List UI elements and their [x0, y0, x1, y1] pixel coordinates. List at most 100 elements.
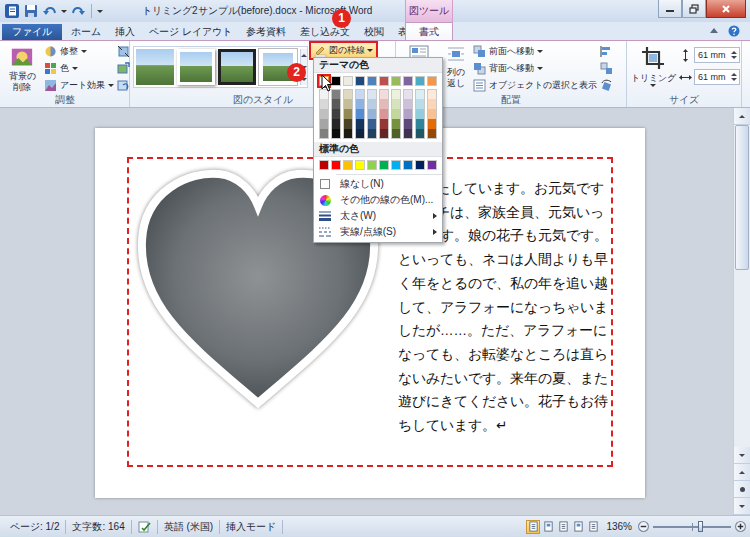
browse-object-button[interactable]	[734, 481, 750, 498]
help-icon[interactable]	[728, 25, 740, 37]
color-swatch[interactable]	[319, 99, 329, 109]
color-swatch[interactable]	[391, 119, 401, 129]
language[interactable]: 英語 (米国)	[158, 520, 220, 534]
adjust-button[interactable]: 色	[44, 61, 114, 77]
color-swatch[interactable]	[403, 129, 413, 139]
color-swatch[interactable]	[331, 160, 341, 170]
style-thumbnail[interactable]	[136, 49, 174, 85]
menu-item[interactable]: その他の線の色(M)...	[314, 192, 442, 208]
color-swatch[interactable]	[343, 129, 353, 139]
color-swatch[interactable]	[355, 89, 365, 99]
ribbon-tab[interactable]: ページ レイアウト	[142, 24, 239, 40]
minimize-ribbon-icon[interactable]	[708, 25, 720, 37]
menu-item[interactable]: 実線/点線(S)	[314, 224, 442, 240]
proofing-status[interactable]	[132, 520, 158, 534]
color-swatch[interactable]	[367, 109, 377, 119]
color-swatch[interactable]	[331, 99, 341, 109]
view-button[interactable]	[586, 520, 600, 534]
color-swatch[interactable]	[367, 129, 377, 139]
color-swatch[interactable]	[415, 129, 425, 139]
group-icon[interactable]	[600, 62, 613, 75]
color-swatch[interactable]	[319, 160, 329, 170]
color-swatch[interactable]	[403, 99, 413, 109]
scroll-thumb[interactable]	[735, 125, 749, 270]
color-swatch[interactable]	[355, 99, 365, 109]
view-button[interactable]	[541, 520, 555, 534]
ribbon-tab[interactable]: 参考資料	[239, 24, 293, 40]
color-swatch[interactable]	[379, 119, 389, 129]
color-swatch[interactable]	[331, 109, 341, 119]
color-swatch[interactable]	[415, 160, 425, 170]
color-swatch[interactable]	[379, 99, 389, 109]
menu-item[interactable]: 線なし(N)	[314, 176, 442, 192]
color-swatch[interactable]	[379, 76, 389, 86]
color-swatch[interactable]	[367, 89, 377, 99]
color-swatch[interactable]	[319, 119, 329, 129]
zoom-out-button[interactable]	[638, 521, 649, 532]
color-swatch[interactable]	[367, 76, 377, 86]
remove-background-button[interactable]: 背景の削除	[3, 43, 41, 93]
previous-page-button[interactable]	[734, 464, 750, 481]
view-button[interactable]	[571, 520, 585, 534]
color-swatch[interactable]	[331, 89, 341, 99]
color-swatch[interactable]	[331, 119, 341, 129]
color-swatch[interactable]	[367, 160, 377, 170]
arrange-button[interactable]: オブジェクトの選択と表示	[473, 77, 597, 93]
vertical-scrollbar[interactable]	[733, 108, 750, 515]
color-swatch[interactable]	[355, 109, 365, 119]
color-swatch[interactable]	[355, 129, 365, 139]
ribbon-tab[interactable]: ファイル	[2, 24, 62, 40]
crop-button[interactable]: トリミング	[630, 43, 676, 93]
color-swatch[interactable]	[379, 129, 389, 139]
zoom-level[interactable]: 136%	[606, 521, 632, 532]
color-swatch[interactable]	[427, 76, 437, 86]
color-swatch[interactable]	[391, 99, 401, 109]
color-swatch[interactable]	[391, 89, 401, 99]
color-swatch[interactable]	[403, 109, 413, 119]
word-app-icon[interactable]	[4, 3, 20, 19]
color-swatch[interactable]	[415, 119, 425, 129]
view-button[interactable]	[526, 520, 540, 534]
menu-item[interactable]: 太さ(W)	[314, 208, 442, 224]
height-field[interactable]: 61 mm	[694, 47, 740, 63]
arrange-button[interactable]: 背面へ移動	[473, 61, 597, 77]
align-icon[interactable]	[600, 45, 613, 58]
color-swatch[interactable]	[343, 160, 353, 170]
style-thumbnail[interactable]	[177, 49, 215, 85]
color-swatch[interactable]	[355, 119, 365, 129]
compress-pictures-icon[interactable]	[117, 45, 130, 58]
color-swatch[interactable]	[391, 129, 401, 139]
page-count[interactable]: ページ: 1/2	[4, 520, 66, 534]
color-swatch[interactable]	[427, 119, 437, 129]
adjust-button[interactable]: 修整	[44, 44, 114, 60]
reset-picture-icon[interactable]	[117, 79, 130, 92]
maximize-button[interactable]	[682, 0, 706, 18]
arrange-button[interactable]: 前面へ移動	[473, 44, 597, 60]
scroll-down-button[interactable]	[734, 447, 750, 464]
ribbon-tab[interactable]: 差し込み文	[293, 24, 357, 40]
color-swatch[interactable]	[343, 99, 353, 109]
color-swatch[interactable]	[379, 89, 389, 99]
style-thumbnail[interactable]	[218, 49, 256, 85]
color-swatch[interactable]	[415, 89, 425, 99]
color-swatch[interactable]	[403, 89, 413, 99]
save-icon[interactable]	[23, 3, 39, 19]
color-swatch[interactable]	[343, 119, 353, 129]
color-swatch[interactable]	[343, 89, 353, 99]
color-swatch[interactable]	[355, 160, 365, 170]
color-swatch[interactable]	[427, 129, 437, 139]
color-swatch[interactable]	[319, 129, 329, 139]
color-swatch[interactable]	[391, 76, 401, 86]
insert-mode[interactable]: 挿入モード	[220, 520, 283, 534]
ribbon-tab[interactable]: 挿入	[108, 24, 142, 40]
wrap-text-button[interactable]: 列の返し	[442, 43, 470, 93]
ribbon-tab[interactable]: ホーム	[64, 24, 108, 40]
view-button[interactable]	[556, 520, 570, 534]
color-swatch[interactable]	[319, 109, 329, 119]
context-tab[interactable]: 書式	[405, 22, 453, 40]
undo-icon[interactable]	[42, 3, 58, 19]
color-swatch[interactable]	[343, 109, 353, 119]
color-swatch[interactable]	[379, 109, 389, 119]
color-swatch[interactable]	[343, 76, 353, 86]
customize-toolbar-icon[interactable]	[97, 10, 103, 13]
